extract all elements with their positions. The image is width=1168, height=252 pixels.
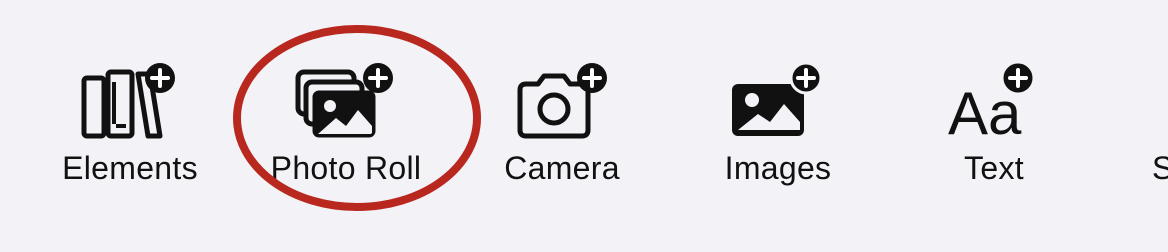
images-label: Images <box>724 150 832 186</box>
camera-button[interactable]: Camera <box>462 50 662 190</box>
elements-button[interactable]: Elements <box>30 50 230 190</box>
camera-plus-icon <box>512 50 612 140</box>
photo-roll-label: Photo Roll <box>270 150 422 186</box>
camera-label: Camera <box>504 150 620 186</box>
images-button[interactable]: Images <box>678 50 878 190</box>
books-plus-icon <box>80 50 180 140</box>
elements-label: Elements <box>62 150 198 186</box>
text-label: Text <box>964 150 1024 186</box>
photo-stack-plus-icon <box>295 50 396 140</box>
text-button[interactable]: Aa Text <box>894 50 1094 190</box>
photo-plus-icon <box>728 50 828 140</box>
next-item-label-partial[interactable]: S <box>1152 148 1168 188</box>
text-format-plus-icon: Aa <box>944 50 1044 147</box>
insert-toolbar: Elements Photo Roll Camera Images Aa Tex… <box>0 0 1168 252</box>
photo-roll-button[interactable]: Photo Roll <box>246 50 446 190</box>
